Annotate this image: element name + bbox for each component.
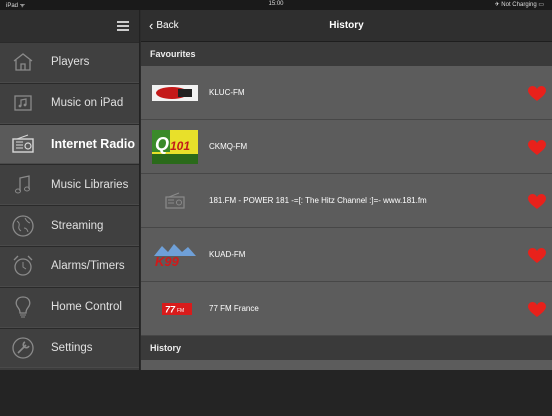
sidebar-item-label: Settings xyxy=(51,341,93,354)
sidebar-item-streaming[interactable]: Streaming xyxy=(0,205,139,246)
bottom-bar xyxy=(0,370,552,416)
svg-text:K99: K99 xyxy=(155,254,180,268)
list-item[interactable] xyxy=(141,360,552,370)
status-bar: iPad ᯤ 15:00 ✈ Not Charging ▭ xyxy=(0,0,552,10)
page-title: History xyxy=(329,20,364,31)
favourite-heart-icon[interactable] xyxy=(528,194,546,210)
hamburger-menu-icon[interactable] xyxy=(117,21,129,31)
battery-status: ✈ Not Charging ▭ xyxy=(494,2,544,8)
svg-text:Q: Q xyxy=(155,134,169,154)
station-name: KLUC-FM xyxy=(209,88,245,97)
svg-text:FM: FM xyxy=(177,308,184,314)
house-icon xyxy=(8,49,38,75)
radio-placeholder-icon xyxy=(152,184,198,218)
sidebar-item-label: Music Libraries xyxy=(51,178,129,191)
station-list: Favourites KLUC-FM Q 101 CKMQ-FM 181.FM -… xyxy=(141,42,552,370)
list-item[interactable]: KLUC-FM xyxy=(141,66,552,120)
q101-logo: Q 101 xyxy=(152,129,198,164)
list-item[interactable]: Q 101 CKMQ-FM xyxy=(141,120,552,174)
sidebar-item-internet-radio[interactable]: Internet Radio xyxy=(0,123,139,165)
favourite-heart-icon[interactable] xyxy=(528,302,546,318)
sidebar: Players Music on iPad Internet Radio Mus… xyxy=(0,10,140,370)
settings-icon xyxy=(8,335,38,361)
77fm-logo: 77 FM xyxy=(152,292,198,326)
sidebar-header xyxy=(0,10,139,42)
sidebar-item-music-on-ipad[interactable]: Music on iPad xyxy=(0,82,139,124)
sidebar-item-label: Home Control xyxy=(51,301,122,314)
music-note-icon xyxy=(8,172,38,198)
favourite-heart-icon[interactable] xyxy=(528,140,546,156)
clock: 15:00 xyxy=(268,1,284,7)
alarm-clock-icon xyxy=(8,253,38,279)
music-on-ipad-icon xyxy=(8,90,38,116)
sidebar-item-home-control[interactable]: Home Control xyxy=(0,286,139,328)
list-item[interactable]: 181.FM - POWER 181 -=[: The Hitz Channel… xyxy=(141,174,552,228)
sidebar-item-label: Streaming xyxy=(51,219,104,232)
lightbulb-icon xyxy=(8,294,38,320)
k99-logo: K99 xyxy=(152,238,198,272)
sidebar-item-settings[interactable]: Settings xyxy=(0,327,139,369)
station-name: 181.FM - POWER 181 -=[: The Hitz Channel… xyxy=(209,196,427,205)
station-name: KUAD-FM xyxy=(209,250,246,259)
station-name: CKMQ-FM xyxy=(209,142,248,151)
sidebar-item-players[interactable]: Players xyxy=(0,42,139,83)
svg-text:101: 101 xyxy=(170,139,190,153)
sidebar-item-music-libraries[interactable]: Music Libraries xyxy=(0,164,139,206)
radio-icon xyxy=(8,131,38,157)
svg-text:77: 77 xyxy=(165,304,176,314)
list-item[interactable]: K99 KUAD-FM xyxy=(141,228,552,282)
favourite-heart-icon[interactable] xyxy=(528,248,546,264)
station-name: 77 FM France xyxy=(209,304,259,313)
section-header-favourites: Favourites xyxy=(141,42,552,66)
navigation-bar: ‹ Back History xyxy=(141,10,552,42)
globe-icon xyxy=(8,213,38,239)
sidebar-item-label: Music on iPad xyxy=(51,97,124,110)
section-header-history: History xyxy=(141,336,552,360)
sidebar-item-label: Players xyxy=(51,56,90,69)
sidebar-item-label: Alarms/Timers xyxy=(51,260,125,273)
favourite-heart-icon[interactable] xyxy=(528,86,546,102)
list-item[interactable]: 77 FM 77 FM France xyxy=(141,282,552,336)
kluc-logo xyxy=(152,76,198,110)
sidebar-item-label: Internet Radio xyxy=(51,136,136,151)
sidebar-item-alarms-timers[interactable]: Alarms/Timers xyxy=(0,245,139,287)
